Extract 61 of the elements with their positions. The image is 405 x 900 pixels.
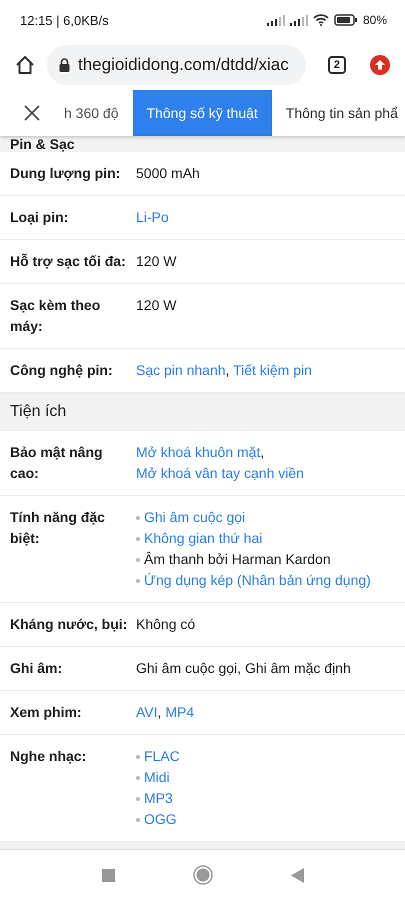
spec-label: Nghe nhạc: bbox=[10, 747, 88, 766]
spec-label: Dung lượng pin: bbox=[10, 164, 122, 183]
spec-value: Không có bbox=[136, 616, 196, 632]
spec-value: Âm thanh bởi Harman Kardon bbox=[144, 550, 331, 569]
battery-icon bbox=[334, 14, 358, 26]
signal-icon bbox=[266, 14, 285, 26]
spec-value: Ghi âm cuộc gọi, Ghi âm mặc định bbox=[136, 660, 351, 676]
spec-label: Hỗ trợ sạc tối đa: bbox=[10, 252, 127, 271]
spec-link[interactable]: Ứng dụng kép (Nhân bản ứng dụng) bbox=[144, 570, 371, 591]
spec-link[interactable]: Không gian thứ hai bbox=[144, 528, 262, 549]
spec-link[interactable]: Mở khoá khuôn mặt bbox=[136, 444, 260, 460]
lock-icon bbox=[59, 58, 70, 72]
spec-link[interactable]: Ghi âm cuộc gọi bbox=[144, 507, 246, 528]
spec-link[interactable]: MP4 bbox=[165, 704, 194, 720]
status-time: 12:15 | 6,0KB/s bbox=[20, 12, 109, 28]
bullet-icon bbox=[136, 516, 140, 520]
bullet-icon bbox=[136, 558, 140, 562]
battery-percent: 80% bbox=[362, 13, 387, 27]
spec-link[interactable]: OGG bbox=[144, 809, 177, 830]
tab[interactable]: Thông tin sản phẩ bbox=[272, 90, 405, 136]
spec-value: 120 W bbox=[136, 253, 176, 269]
section-title: Tiện ích bbox=[10, 403, 66, 420]
spec-link[interactable]: Tiết kiệm pin bbox=[233, 362, 312, 378]
spec-label: Công nghệ pin: bbox=[10, 361, 114, 380]
spec-label: Tính năng đặc biệt: bbox=[10, 508, 106, 548]
wifi-icon bbox=[312, 14, 329, 26]
address-bar[interactable]: thegioididong.com/dtdd/xiac bbox=[47, 45, 306, 85]
home-icon[interactable] bbox=[15, 55, 35, 75]
url-text: thegioididong.com/dtdd/xiac bbox=[78, 55, 289, 75]
section-title: Pin & Sạc bbox=[10, 136, 75, 152]
tab[interactable]: Thông số kỹ thuật bbox=[132, 90, 272, 136]
spec-value: , bbox=[226, 362, 230, 378]
spec-value: 120 W bbox=[136, 297, 176, 313]
spec-label: Bảo mật nâng cao: bbox=[10, 443, 104, 483]
bullet-icon bbox=[136, 776, 140, 780]
signal-icon bbox=[290, 14, 308, 26]
spec-value: 5000 mAh bbox=[136, 165, 200, 181]
close-icon[interactable] bbox=[24, 105, 40, 121]
spec-value: , bbox=[158, 704, 162, 720]
spec-link[interactable]: Sạc pin nhanh bbox=[136, 362, 226, 378]
spec-link[interactable]: Li-Po bbox=[136, 209, 169, 225]
spec-label: Loại pin: bbox=[10, 208, 70, 227]
spec-label: Sạc kèm theo máy: bbox=[10, 296, 102, 336]
tab[interactable]: h 360 độ bbox=[64, 90, 132, 136]
spec-label: Ghi âm: bbox=[10, 659, 64, 678]
bullet-icon bbox=[136, 536, 140, 540]
spec-link[interactable]: Mở khoá vân tay cạnh viền bbox=[136, 465, 304, 481]
bullet-icon bbox=[136, 754, 140, 758]
bullet-icon bbox=[136, 818, 140, 822]
spec-link[interactable]: AVI bbox=[136, 704, 158, 720]
tab-count-button[interactable]: 2 bbox=[328, 56, 346, 74]
spec-link[interactable]: MP3 bbox=[144, 788, 173, 809]
spec-link[interactable]: Midi bbox=[144, 767, 170, 788]
spec-link[interactable]: FLAC bbox=[144, 746, 180, 767]
spec-value: , bbox=[260, 444, 264, 460]
back-icon[interactable] bbox=[290, 868, 304, 882]
spec-label: Kháng nước, bụi: bbox=[10, 615, 128, 634]
recent-apps-icon[interactable] bbox=[102, 868, 114, 882]
bullet-icon bbox=[136, 796, 140, 800]
spec-label: Xem phim: bbox=[10, 703, 83, 722]
bullet-icon bbox=[136, 578, 140, 582]
